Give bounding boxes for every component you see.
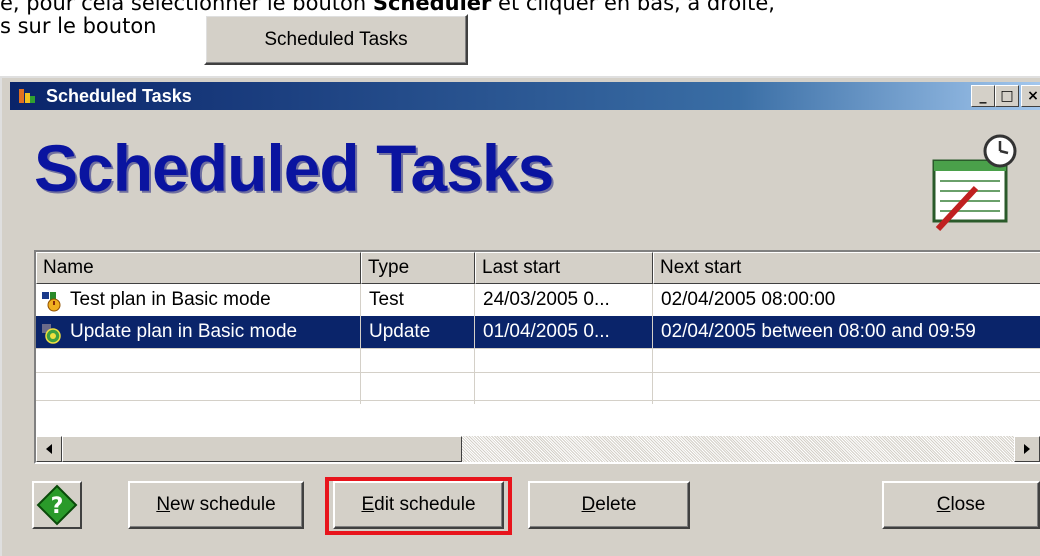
- arrow-right-icon: [1024, 444, 1030, 454]
- arrow-left-icon: [46, 444, 52, 454]
- button-label: elete: [595, 494, 637, 515]
- column-header-last-start[interactable]: Last start: [475, 252, 653, 284]
- doc-instruction-line-1: e, pour cela sélectionner le bouton Sche…: [0, 0, 775, 15]
- title-bar: Scheduled Tasks _ □ ×: [10, 82, 1040, 110]
- button-label: ew schedule: [170, 494, 276, 515]
- table-row-selected[interactable]: Update plan in Basic mode Update 01/04/2…: [36, 316, 1040, 348]
- mnemonic: N: [156, 494, 171, 515]
- grid-line: [36, 372, 1040, 373]
- delete-button[interactable]: Delete: [528, 481, 690, 529]
- column-header-name[interactable]: Name: [36, 252, 361, 284]
- doc-instruction-line-2: s sur le bouton: [0, 14, 157, 38]
- scroll-right-button[interactable]: [1014, 436, 1040, 462]
- mnemonic: D: [581, 494, 596, 515]
- minimize-button[interactable]: _: [971, 85, 995, 107]
- page-heading: Scheduled Tasks: [34, 131, 554, 205]
- task-type-cell: Update: [369, 321, 431, 342]
- grid-line: [36, 400, 1040, 401]
- table-row[interactable]: Test plan in Basic mode Test 24/03/2005 …: [36, 284, 1040, 316]
- help-diamond-icon: ?: [36, 484, 78, 526]
- close-window-button[interactable]: ×: [1021, 85, 1040, 107]
- window-title: Scheduled Tasks: [46, 86, 192, 106]
- grid-line: [360, 284, 361, 404]
- calendar-clock-icon: [932, 134, 1017, 232]
- scrollbar-thumb[interactable]: [62, 436, 462, 462]
- column-header-type[interactable]: Type: [361, 252, 475, 284]
- scheduled-tasks-window: Scheduled Tasks _ □ × Scheduled Tasks Na…: [0, 76, 1040, 556]
- test-task-icon: [42, 292, 61, 312]
- task-name-cell: Update plan in Basic mode: [70, 321, 298, 342]
- task-type-cell: Test: [369, 289, 404, 310]
- task-last-start-cell: 24/03/2005 0...: [483, 289, 610, 310]
- grid-line: [36, 348, 1040, 349]
- doc-bold-text: Scheduler: [372, 0, 492, 15]
- task-next-start-cell: 02/04/2005 08:00:00: [661, 289, 836, 310]
- doc-text: e, pour cela sélectionner le bouton: [0, 0, 373, 15]
- help-button[interactable]: ?: [32, 481, 82, 529]
- column-header-next-start[interactable]: Next start: [653, 252, 1040, 284]
- mnemonic: C: [936, 494, 951, 515]
- maximize-button[interactable]: □: [995, 85, 1019, 107]
- button-label: lose: [950, 494, 986, 515]
- svg-text:?: ?: [51, 494, 64, 519]
- close-button[interactable]: Close: [882, 481, 1040, 529]
- scheduled-tasks-reference-button[interactable]: Scheduled Tasks: [204, 14, 468, 65]
- task-name-cell: Test plan in Basic mode: [70, 289, 271, 310]
- horizontal-scrollbar[interactable]: [36, 436, 1040, 462]
- doc-text: et cliquer en bas, à droite,: [491, 0, 775, 15]
- new-schedule-button[interactable]: New schedule: [128, 481, 304, 529]
- edit-schedule-highlight-box: [325, 477, 512, 535]
- task-last-start-cell: 01/04/2005 0...: [483, 321, 610, 342]
- app-small-icon: [19, 89, 35, 103]
- task-next-start-cell: 02/04/2005 between 08:00 and 09:59: [661, 321, 976, 342]
- grid-line: [652, 284, 653, 404]
- scroll-left-button[interactable]: [36, 436, 62, 462]
- update-task-icon: [42, 324, 61, 344]
- scheduled-tasks-list[interactable]: Name Type Last start Next start Test pla…: [34, 250, 1040, 464]
- grid-line: [474, 284, 475, 404]
